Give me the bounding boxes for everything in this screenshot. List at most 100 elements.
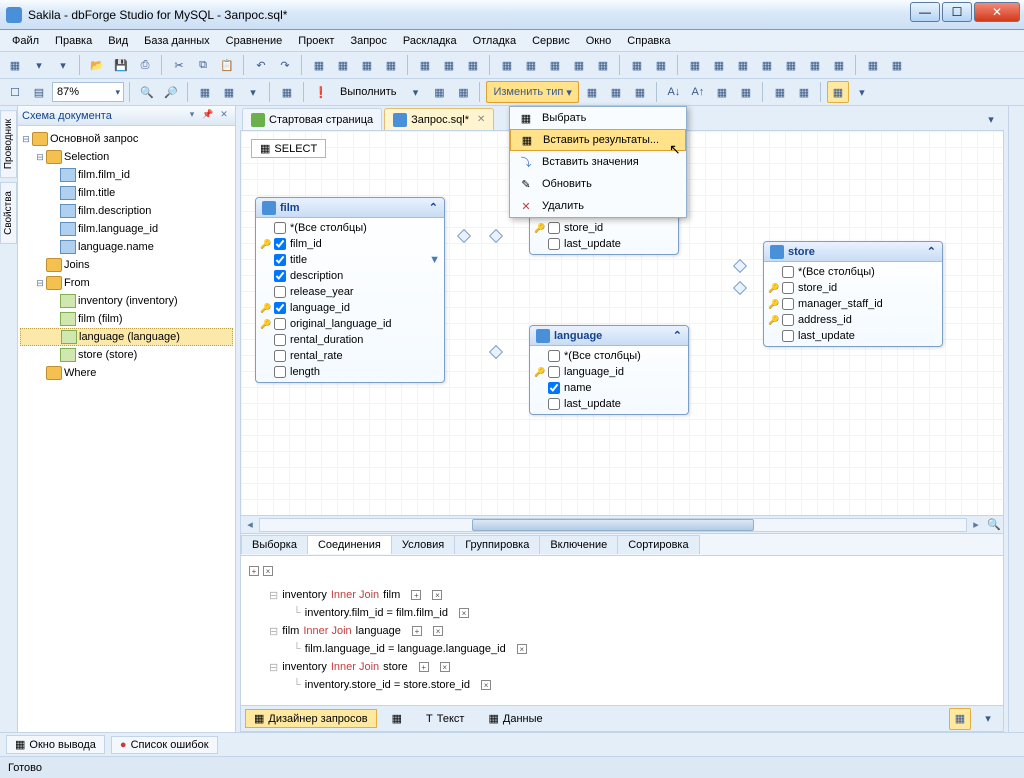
select-button[interactable]: ▦ SELECT <box>251 139 326 158</box>
tb-b[interactable]: ▦ <box>332 54 354 76</box>
view-card-icon[interactable]: ▾ <box>977 708 999 730</box>
menu-edit[interactable]: Правка <box>47 33 100 49</box>
field-label[interactable]: title <box>290 254 307 266</box>
sel-item[interactable]: film.description <box>78 205 151 217</box>
subtab-group[interactable]: Группировка <box>454 535 540 554</box>
field-check[interactable] <box>548 350 560 362</box>
field-check[interactable] <box>548 398 560 410</box>
tb-w[interactable]: ▦ <box>886 54 908 76</box>
minimize-button[interactable]: — <box>910 2 940 22</box>
layout-full-icon[interactable]: ☐ <box>4 81 26 103</box>
tb2-d[interactable]: ▦ <box>276 81 298 103</box>
view-designer-button[interactable]: ▦ Дизайнер запросов <box>245 709 377 728</box>
paste-button[interactable]: 📋 <box>216 54 238 76</box>
field-label[interactable]: description <box>290 270 343 282</box>
tb-e[interactable]: ▦ <box>414 54 436 76</box>
tab-start-page[interactable]: Стартовая страница <box>242 108 382 130</box>
field-label[interactable]: name <box>564 382 592 394</box>
field-label[interactable]: release_year <box>290 286 354 298</box>
tree-joins[interactable]: Joins <box>64 259 90 271</box>
add-icon[interactable]: + <box>419 662 429 672</box>
tree-root[interactable]: Основной запрос <box>50 133 138 145</box>
field-label[interactable]: rental_duration <box>290 334 363 346</box>
error-list-button[interactable]: ● Список ошибок <box>111 736 218 754</box>
tb-o[interactable]: ▦ <box>684 54 706 76</box>
field-check[interactable] <box>548 366 560 378</box>
menu-view[interactable]: Вид <box>100 33 136 49</box>
tb2-i[interactable]: ▦ <box>629 81 651 103</box>
save-button[interactable]: 💾 <box>110 54 132 76</box>
field-check[interactable] <box>274 350 286 362</box>
field-label[interactable]: film_id <box>290 238 322 250</box>
tb-a[interactable]: ▦ <box>308 54 330 76</box>
new-button[interactable]: ▾ <box>28 54 50 76</box>
tb2-g[interactable]: ▦ <box>581 81 603 103</box>
field-label[interactable]: rental_rate <box>290 350 343 362</box>
join-condition[interactable]: inventory.film_id = film.film_id <box>305 607 448 619</box>
dock-tab-explorer[interactable]: Проводник <box>0 110 17 178</box>
view-data-button[interactable]: ▦ Данные <box>479 709 551 728</box>
join-type[interactable]: Inner Join <box>303 625 351 637</box>
collapse-icon[interactable]: ⌃ <box>673 329 682 342</box>
field-label[interactable]: last_update <box>564 238 621 250</box>
tb-f[interactable]: ▦ <box>438 54 460 76</box>
exclaim-icon[interactable]: ❗ <box>310 81 332 103</box>
tb2-a[interactable]: ▦ <box>194 81 216 103</box>
open-button[interactable]: 📂 <box>86 54 108 76</box>
join-condition[interactable]: inventory.store_id = store.store_id <box>305 679 470 691</box>
field-label[interactable]: manager_staff_id <box>798 298 883 310</box>
menu-query[interactable]: Запрос <box>342 33 394 49</box>
remove-icon[interactable]: × <box>517 644 527 654</box>
tree-selection[interactable]: Selection <box>64 151 109 163</box>
menu-window[interactable]: Окно <box>578 33 620 49</box>
copy-button[interactable]: ⧉ <box>192 54 214 76</box>
join-left[interactable]: inventory <box>282 661 327 673</box>
dock-tab-properties[interactable]: Свойства <box>0 182 17 244</box>
tb-r[interactable]: ▦ <box>756 54 778 76</box>
tb2-h[interactable]: ▦ <box>605 81 627 103</box>
field-label[interactable]: address_id <box>798 314 852 326</box>
field-check[interactable] <box>274 334 286 346</box>
output-window-button[interactable]: ▦ Окно вывода <box>6 735 105 754</box>
scroll-thumb[interactable] <box>472 519 754 531</box>
tb-v[interactable]: ▦ <box>862 54 884 76</box>
join-condition[interactable]: film.language_id = language.language_id <box>305 643 506 655</box>
menu-file[interactable]: Файл <box>4 33 47 49</box>
join-type[interactable]: Inner Join <box>331 661 379 673</box>
tab-close-icon[interactable]: ✕ <box>477 114 485 125</box>
join-right[interactable]: film <box>383 589 400 601</box>
remove-icon[interactable]: × <box>263 566 273 576</box>
subtab-sort[interactable]: Сортировка <box>617 535 699 554</box>
field-check[interactable] <box>548 238 560 250</box>
tb2-e[interactable]: ▦ <box>428 81 450 103</box>
join-type[interactable]: Inner Join <box>331 589 379 601</box>
zoom-in-icon[interactable]: 🔍 <box>136 81 158 103</box>
scroll-left-icon[interactable]: ◂ <box>241 518 259 531</box>
close-button[interactable]: ✕ <box>974 2 1020 22</box>
field-label[interactable]: language_id <box>564 366 624 378</box>
change-type-button[interactable]: Изменить тип ▾ <box>486 81 578 103</box>
magnify-icon[interactable]: 🔍 <box>985 518 1003 531</box>
panel-pin-icon[interactable]: ▾ <box>185 109 199 123</box>
join-diamond[interactable] <box>733 281 747 295</box>
tb-t[interactable]: ▦ <box>804 54 826 76</box>
dd-insert-results[interactable]: ▦Вставить результаты... <box>510 129 686 151</box>
view-text-button[interactable]: T Текст <box>417 710 473 728</box>
menu-database[interactable]: База данных <box>136 33 218 49</box>
tb-j[interactable]: ▦ <box>544 54 566 76</box>
field-label[interactable]: last_update <box>798 330 855 342</box>
subtab-include[interactable]: Включение <box>539 535 618 554</box>
from-item[interactable]: store (store) <box>78 349 137 361</box>
panel-pushpin-icon[interactable]: 📌 <box>201 109 215 123</box>
remove-icon[interactable]: × <box>459 608 469 618</box>
tb-q[interactable]: ▦ <box>732 54 754 76</box>
remove-icon[interactable]: × <box>433 626 443 636</box>
field-check[interactable] <box>274 366 286 378</box>
add-icon[interactable]: + <box>411 590 421 600</box>
menu-compare[interactable]: Сравнение <box>218 33 291 49</box>
menu-layout[interactable]: Раскладка <box>395 33 465 49</box>
join-diamond[interactable] <box>733 259 747 273</box>
execute-button[interactable]: Выполнить <box>334 86 402 98</box>
join-diamond[interactable] <box>457 229 471 243</box>
field-check[interactable] <box>782 266 794 278</box>
